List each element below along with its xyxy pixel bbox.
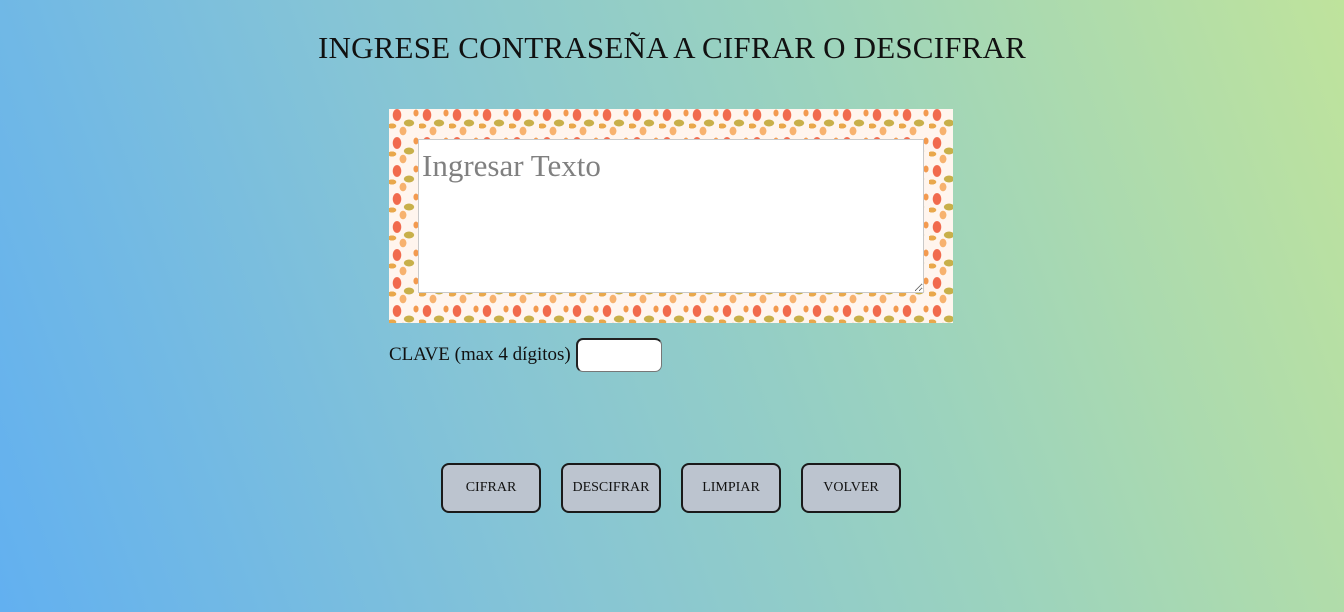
descifrar-button[interactable]: DESCIFRAR [561,463,661,513]
volver-button[interactable]: VOLVER [801,463,901,513]
limpiar-button[interactable]: LIMPIAR [681,463,781,513]
clave-input[interactable] [576,338,662,372]
text-input-area[interactable] [418,139,924,293]
page-title: INGRESE CONTRASEÑA A CIFRAR O DESCIFRAR [317,30,1026,65]
clave-label: CLAVE (max 4 dígitos) [389,344,571,365]
cifrar-button[interactable]: CIFRAR [441,463,541,513]
